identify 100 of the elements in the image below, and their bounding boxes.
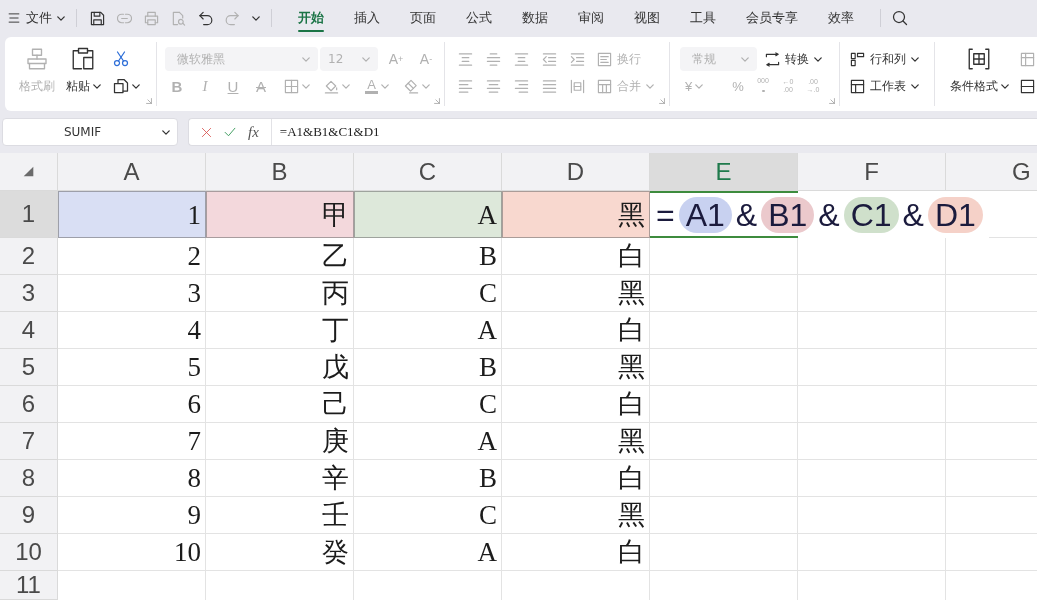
- menu-icon[interactable]: [8, 12, 20, 24]
- caret-icon: [302, 56, 310, 62]
- blocks-icon: [850, 51, 865, 67]
- table-cell: 丁: [206, 312, 354, 349]
- table-cell: 辛: [206, 460, 354, 497]
- table-cell: A: [354, 534, 502, 571]
- formula-field[interactable]: =A1&B1&C1&D1: [270, 119, 1037, 145]
- dialog-launcher-icon[interactable]: [434, 98, 440, 104]
- referenced-cell: 1: [58, 191, 206, 238]
- row-header[interactable]: 4: [0, 312, 58, 349]
- cancel-icon[interactable]: [201, 126, 212, 138]
- table-cell: 白: [502, 238, 650, 275]
- table-cell: 黑: [502, 349, 650, 386]
- brush-icon: [25, 47, 49, 71]
- row-header[interactable]: 3: [0, 275, 58, 312]
- column-header[interactable]: B: [206, 153, 354, 191]
- scissors-icon[interactable]: [113, 51, 129, 67]
- table-cell: 5: [58, 349, 206, 386]
- row-header[interactable]: 1: [0, 191, 58, 238]
- dialog-launcher-icon[interactable]: [829, 98, 835, 104]
- table-cell: 9: [58, 497, 206, 534]
- caret-icon: [92, 83, 101, 89]
- column-header[interactable]: G: [946, 153, 1037, 191]
- caret-icon: [380, 83, 389, 89]
- table-cell: 黑: [502, 275, 650, 312]
- caret-icon[interactable]: [252, 15, 260, 21]
- ribbon-tab[interactable]: 视图: [619, 0, 675, 36]
- row-header[interactable]: 6: [0, 386, 58, 423]
- ribbon-tab[interactable]: 数据: [507, 0, 563, 36]
- table-cell: 10: [58, 534, 206, 571]
- table-cell: 黑: [502, 423, 650, 460]
- save-icon[interactable]: [90, 10, 105, 26]
- table-icon[interactable]: [1020, 51, 1035, 67]
- table-cell: 白: [502, 460, 650, 497]
- row-header[interactable]: 9: [0, 497, 58, 534]
- table-cell: 白: [502, 386, 650, 423]
- paste-button[interactable]: 粘贴: [61, 47, 105, 99]
- name-box[interactable]: SUMIF: [2, 118, 178, 146]
- ribbon-tab[interactable]: 工具: [675, 0, 731, 36]
- dialog-launcher-icon[interactable]: [659, 98, 665, 104]
- row-header[interactable]: 7: [0, 423, 58, 460]
- conditional-format-button[interactable]: 条件格式: [948, 47, 1010, 99]
- table-cell: 白: [502, 534, 650, 571]
- eraser-icon: [404, 78, 419, 94]
- frame-icon[interactable]: [1020, 78, 1035, 94]
- table-cell: 壬: [206, 497, 354, 534]
- grid-icon: [284, 78, 299, 94]
- caret-icon: [1000, 83, 1009, 89]
- row-header[interactable]: 2: [0, 238, 58, 275]
- file-menu[interactable]: 文件: [26, 9, 65, 27]
- bracketed-grid-icon: [967, 47, 991, 71]
- cell-reference: B1: [761, 196, 815, 233]
- table-cell: B: [354, 460, 502, 497]
- formula-operator: &: [818, 196, 840, 233]
- column-header[interactable]: F: [798, 153, 946, 191]
- table-cell: C: [354, 275, 502, 312]
- table-cell: 6: [58, 386, 206, 423]
- ribbon-tab[interactable]: 插入: [339, 0, 395, 36]
- table-cell: 丙: [206, 275, 354, 312]
- row-header[interactable]: 10: [0, 534, 58, 571]
- ribbon-tab[interactable]: 页面: [395, 0, 451, 36]
- column-header[interactable]: C: [354, 153, 502, 191]
- cell-reference: D1: [927, 196, 983, 233]
- select-all-button[interactable]: [0, 153, 58, 191]
- cell-reference: A1: [678, 196, 732, 233]
- column-header[interactable]: E: [650, 153, 798, 191]
- worksheet-button[interactable]: 工作表: [850, 75, 919, 97]
- table-cell: 8: [58, 460, 206, 497]
- undo-icon[interactable]: [198, 10, 213, 26]
- row-header[interactable]: 8: [0, 460, 58, 497]
- dialog-launcher-icon[interactable]: [146, 98, 152, 104]
- table-cell: A: [354, 423, 502, 460]
- table-cell: B: [354, 349, 502, 386]
- table-cell: B: [354, 238, 502, 275]
- caret-icon: [741, 56, 749, 62]
- check-icon[interactable]: [224, 126, 236, 138]
- column-header[interactable]: A: [58, 153, 206, 191]
- table-icon: [850, 78, 865, 94]
- ribbon-tab[interactable]: 公式: [451, 0, 507, 36]
- ribbon-tab[interactable]: 开始: [283, 0, 339, 36]
- column-header[interactable]: D: [502, 153, 650, 191]
- insert-function-button[interactable]: fx: [248, 121, 259, 143]
- referenced-cell: 甲: [206, 191, 354, 238]
- table-cell: 3: [58, 275, 206, 312]
- table-cell: 戊: [206, 349, 354, 386]
- formula-operator: =: [656, 196, 675, 233]
- ribbon-tab[interactable]: 会员专享: [731, 0, 813, 36]
- search-icon[interactable]: [892, 10, 908, 26]
- cell-editor[interactable]: = A1 & B1 & C1 & D1: [650, 191, 989, 238]
- clipboard-icon: [71, 47, 95, 71]
- table-cell: A: [354, 312, 502, 349]
- rows-columns-button[interactable]: 行和列: [850, 48, 919, 70]
- ribbon-tab[interactable]: 审阅: [563, 0, 619, 36]
- copy-icon: [113, 78, 129, 94]
- row-header[interactable]: 5: [0, 349, 58, 386]
- ribbon-tab[interactable]: 效率: [813, 0, 869, 36]
- paint-bucket-icon: [324, 78, 339, 94]
- table-cell: C: [354, 386, 502, 423]
- row-header[interactable]: 11: [0, 571, 58, 600]
- triangle-icon: [23, 166, 34, 177]
